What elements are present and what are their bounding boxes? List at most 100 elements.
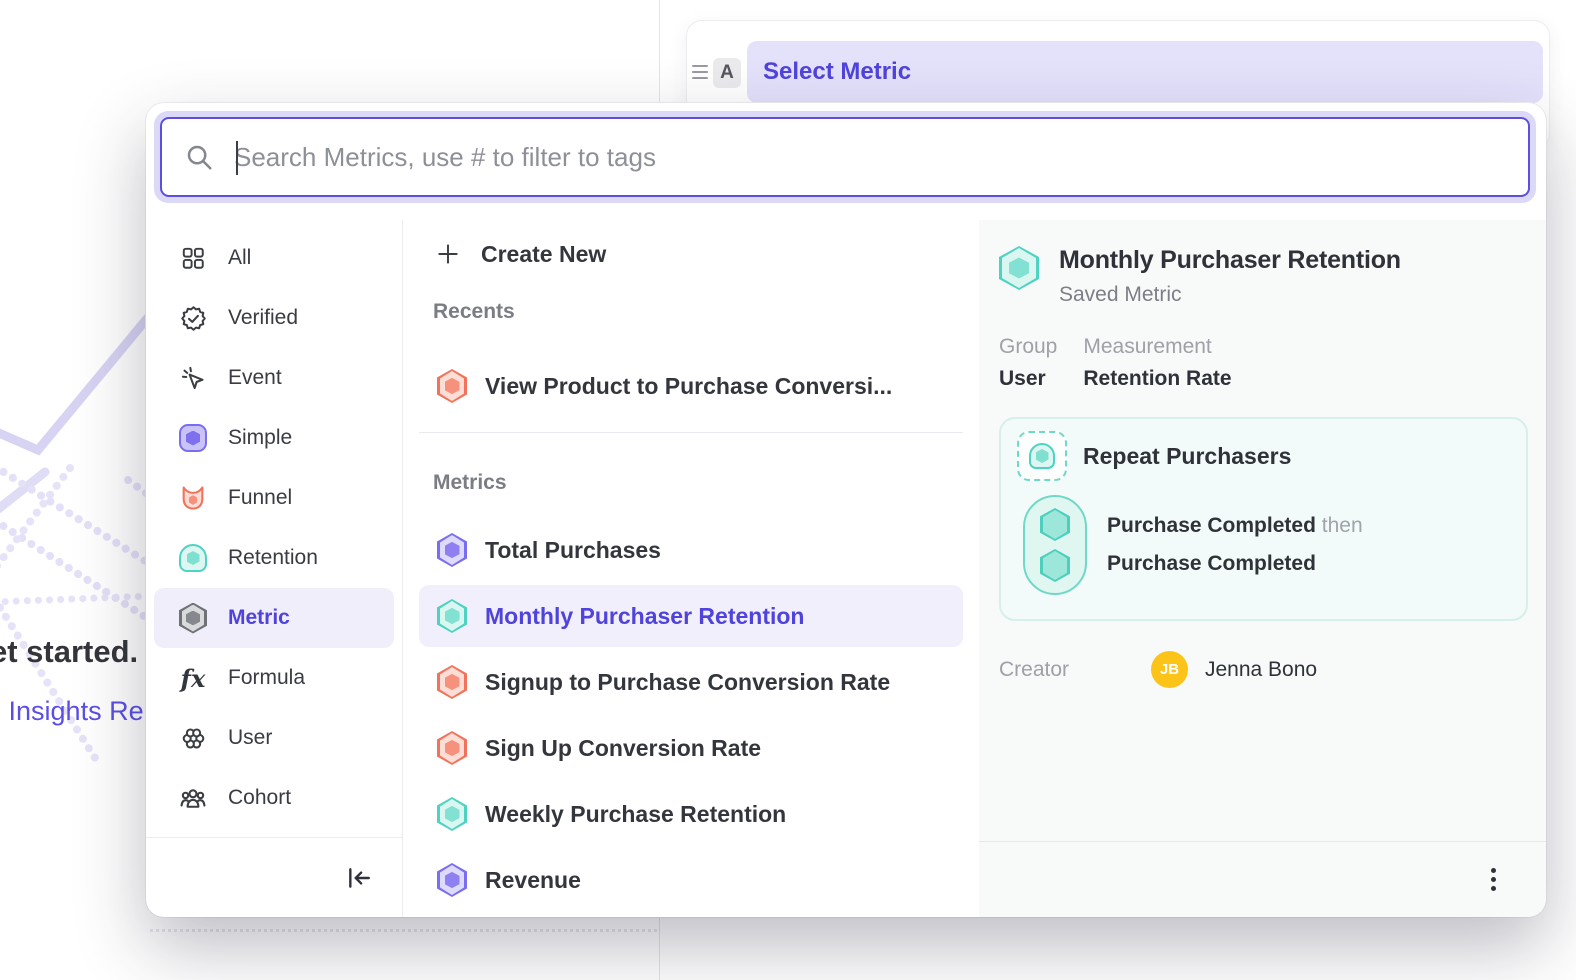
search-input[interactable] xyxy=(234,142,1528,173)
measurement-meta: Measurement Retention Rate xyxy=(1083,335,1231,391)
metric-item-label: Monthly Purchaser Retention xyxy=(485,603,804,630)
metric-item-label: Revenue xyxy=(485,867,581,894)
series-letter-badge: A xyxy=(713,58,741,88)
formula-fx-icon: fx xyxy=(178,663,208,693)
detail-panel-footer xyxy=(979,841,1546,917)
metric-item-label: Total Purchases xyxy=(485,537,661,564)
retention-arch-icon xyxy=(178,543,208,573)
more-options-icon[interactable] xyxy=(1485,862,1502,897)
event-hexagon-icon xyxy=(1040,549,1070,582)
detail-subtitle: Saved Metric xyxy=(1059,283,1401,307)
retention-behavior-icon xyxy=(1017,431,1067,481)
sidebar-footer xyxy=(146,837,402,917)
definition-step-1: Purchase Completed then xyxy=(1107,514,1363,538)
metric-picker-modal: All Verified xyxy=(146,103,1546,917)
group-meta: Group User xyxy=(999,335,1057,391)
sidebar-item-label: Verified xyxy=(228,306,298,330)
sidebar-item-all[interactable]: All xyxy=(154,228,394,288)
recents-section-label: Recents xyxy=(419,300,963,328)
create-new-label: Create New xyxy=(481,241,606,268)
definition-step-2: Purchase Completed xyxy=(1107,552,1363,576)
plus-icon xyxy=(433,241,463,267)
measurement-label: Measurement xyxy=(1083,335,1231,359)
group-label: Group xyxy=(999,335,1057,359)
recent-item-label: View Product to Purchase Conversi... xyxy=(485,373,892,400)
drag-handle-icon[interactable] xyxy=(692,65,708,83)
retention-definition-card: Repeat Purchasers Purchase Completed the… xyxy=(999,417,1528,621)
metric-item-signup-to-purchase-conversion-rate[interactable]: Signup to Purchase Conversion Rate xyxy=(419,651,963,713)
event-cursor-icon xyxy=(178,363,208,393)
sidebar-item-label: Formula xyxy=(228,666,305,690)
metric-detail-panel: Monthly Purchaser Retention Saved Metric… xyxy=(979,220,1546,917)
user-cluster-icon xyxy=(178,723,208,753)
metrics-section-label: Metrics xyxy=(419,471,963,499)
event-sequence-capsule xyxy=(1023,495,1087,595)
metric-item-label: Weekly Purchase Retention xyxy=(485,801,786,828)
sidebar-item-user[interactable]: User xyxy=(154,708,394,768)
event-hexagon-icon xyxy=(1040,508,1070,541)
measurement-value: Retention Rate xyxy=(1083,367,1231,391)
search-field[interactable] xyxy=(160,117,1530,197)
type-filter-sidebar: All Verified xyxy=(146,220,402,917)
background-dotted-line xyxy=(150,929,657,932)
detail-title: Monthly Purchaser Retention xyxy=(1059,246,1401,275)
create-new-button[interactable]: Create New xyxy=(419,232,963,276)
sidebar-item-formula[interactable]: fx Formula xyxy=(154,648,394,708)
step-connector: then xyxy=(1322,514,1363,537)
metric-item-label: Sign Up Conversion Rate xyxy=(485,735,761,762)
metric-hexagon-icon xyxy=(437,731,467,765)
creator-row: Creator JB Jenna Bono xyxy=(999,651,1528,688)
sidebar-item-label: Metric xyxy=(228,606,290,630)
group-value: User xyxy=(999,367,1057,391)
background-heading-fragment: et started. xyxy=(0,634,138,670)
select-metric-label: Select Metric xyxy=(763,58,911,86)
sidebar-item-cohort[interactable]: Cohort xyxy=(154,768,394,828)
sidebar-item-label: All xyxy=(228,246,251,270)
metric-hexagon-icon xyxy=(437,665,467,699)
metric-hexagon-icon xyxy=(437,599,467,633)
text-caret xyxy=(236,141,238,175)
metric-hexagon-icon xyxy=(437,863,467,897)
saved-metric-hexagon-icon xyxy=(999,246,1039,290)
search-icon xyxy=(184,142,214,172)
detail-meta: Group User Measurement Retention Rate xyxy=(999,335,1528,391)
collapse-sidebar-icon[interactable] xyxy=(346,865,372,891)
cohort-people-icon xyxy=(178,783,208,813)
simple-square-icon xyxy=(178,423,208,453)
sidebar-item-label: Event xyxy=(228,366,282,390)
sidebar-item-label: Cohort xyxy=(228,786,291,810)
select-metric-button[interactable]: Select Metric xyxy=(747,41,1543,103)
creator-name: Jenna Bono xyxy=(1205,658,1317,682)
definition-name: Repeat Purchasers xyxy=(1083,443,1291,470)
metric-item-sign-up-conversion-rate[interactable]: Sign Up Conversion Rate xyxy=(419,717,963,779)
metric-item-label: Signup to Purchase Conversion Rate xyxy=(485,669,890,696)
metrics-list: Total Purchases Monthly Purchaser Retent… xyxy=(419,519,963,911)
list-section-divider xyxy=(419,432,963,433)
recent-item-view-product-to-purchase[interactable]: View Product to Purchase Conversi... xyxy=(419,364,963,408)
sidebar-item-event[interactable]: Event xyxy=(154,348,394,408)
metric-item-monthly-purchaser-retention[interactable]: Monthly Purchaser Retention xyxy=(419,585,963,647)
creator-label: Creator xyxy=(999,658,1151,682)
metric-hexagon-icon xyxy=(178,603,208,633)
metric-item-weekly-purchase-retention[interactable]: Weekly Purchase Retention xyxy=(419,783,963,845)
grid-icon xyxy=(178,243,208,273)
metric-item-total-purchases[interactable]: Total Purchases xyxy=(419,519,963,581)
funnel-icon xyxy=(178,483,208,513)
verified-seal-icon xyxy=(178,303,208,333)
sidebar-item-verified[interactable]: Verified xyxy=(154,288,394,348)
sidebar-item-retention[interactable]: Retention xyxy=(154,528,394,588)
metric-list-column: Create New Recents View Product to Purch… xyxy=(403,220,979,917)
sidebar-item-label: Simple xyxy=(228,426,292,450)
metric-item-revenue[interactable]: Revenue xyxy=(419,849,963,911)
sidebar-item-label: Funnel xyxy=(228,486,292,510)
background-link-fragment[interactable]: e Insights Re xyxy=(0,696,144,727)
screen: et started. e Insights Re A Select Metri… xyxy=(0,0,1576,980)
sidebar-item-funnel[interactable]: Funnel xyxy=(154,468,394,528)
funnel-metric-hexagon-icon xyxy=(437,369,467,403)
metric-hexagon-icon xyxy=(437,797,467,831)
sidebar-item-metric[interactable]: Metric xyxy=(154,588,394,648)
sidebar-item-simple[interactable]: Simple xyxy=(154,408,394,468)
search-focus-ring xyxy=(154,111,1536,203)
sidebar-item-label: Retention xyxy=(228,546,318,570)
metric-hexagon-icon xyxy=(437,533,467,567)
